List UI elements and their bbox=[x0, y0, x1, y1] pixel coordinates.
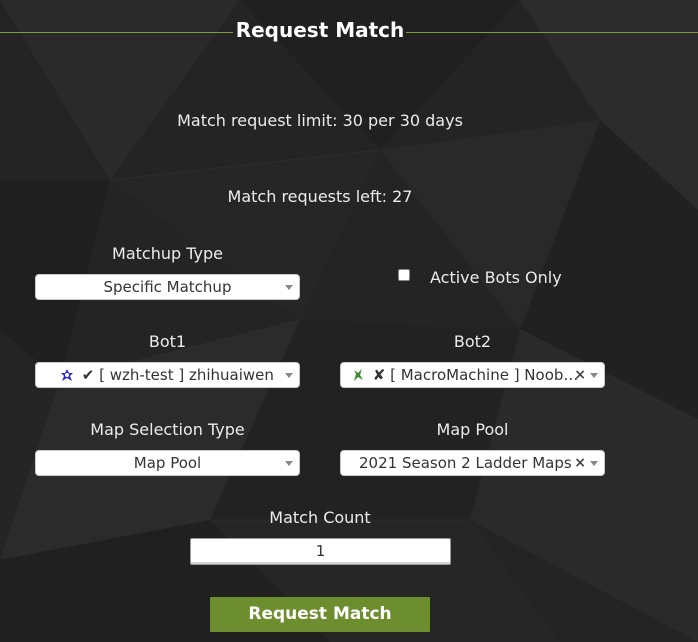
protoss-icon bbox=[61, 369, 73, 381]
bot2-select[interactable]: ✘ [ MacroMachine ] Noob… × bbox=[340, 362, 605, 388]
map-selection-type-select[interactable]: Map Pool bbox=[35, 450, 300, 476]
match-count-label: Match Count bbox=[269, 508, 371, 527]
requests-left-text: Match requests left: 27 bbox=[227, 187, 413, 206]
chevron-down-icon bbox=[285, 285, 293, 290]
map-selection-type-label: Map Selection Type bbox=[90, 420, 245, 439]
matchup-type-label: Matchup Type bbox=[112, 244, 223, 263]
map-pool-value: 2021 Season 2 Ladder Maps bbox=[359, 454, 572, 472]
bot1-value: ✔ [ wzh-test ] zhihuaiwen bbox=[81, 366, 274, 384]
request-match-button[interactable]: Request Match bbox=[210, 597, 430, 632]
bot2-value: ✘ [ MacroMachine ] Noob… bbox=[372, 366, 579, 384]
chevron-down-icon bbox=[285, 461, 293, 466]
zerg-icon bbox=[354, 369, 363, 381]
map-pool-select[interactable]: 2021 Season 2 Ladder Maps × bbox=[340, 450, 605, 476]
clear-icon[interactable]: × bbox=[574, 363, 586, 387]
chevron-down-icon bbox=[590, 373, 598, 378]
clear-icon[interactable]: × bbox=[574, 451, 586, 475]
request-match-panel: Request Match Match request limit: 30 pe… bbox=[0, 0, 698, 642]
bot1-select[interactable]: ✔ [ wzh-test ] zhihuaiwen bbox=[35, 362, 300, 388]
active-bots-checkbox[interactable] bbox=[398, 269, 410, 281]
request-limit-text: Match request limit: 30 per 30 days bbox=[177, 111, 463, 130]
map-pool-label: Map Pool bbox=[436, 420, 509, 439]
bot1-label: Bot1 bbox=[148, 332, 187, 351]
bot2-label: Bot2 bbox=[453, 332, 492, 351]
chevron-down-icon bbox=[590, 461, 598, 466]
active-bots-label[interactable]: Active Bots Only bbox=[430, 268, 562, 287]
page-title: Request Match bbox=[235, 18, 405, 42]
matchup-type-value: Specific Matchup bbox=[103, 278, 232, 296]
chevron-down-icon bbox=[285, 373, 293, 378]
map-selection-type-value: Map Pool bbox=[133, 454, 202, 472]
matchup-type-select[interactable]: Specific Matchup bbox=[35, 274, 300, 300]
match-count-input[interactable]: 1 bbox=[190, 538, 451, 565]
